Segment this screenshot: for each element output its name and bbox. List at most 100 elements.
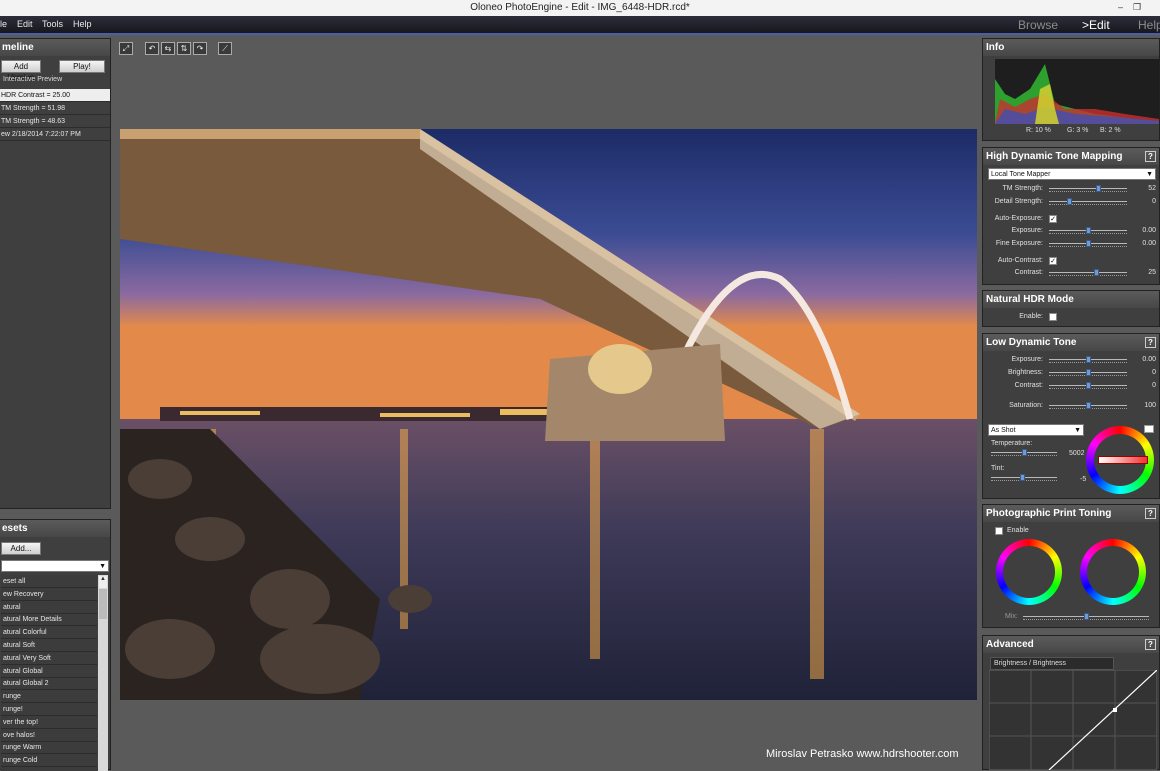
- add-version-button[interactable]: Add Version: [1, 60, 41, 82]
- rotate-right-icon[interactable]: ↷: [193, 42, 207, 55]
- preset-item[interactable]: atural Global 2: [1, 677, 97, 691]
- menu-edit[interactable]: Edit: [17, 19, 33, 29]
- tint-value: -5: [1080, 476, 1087, 483]
- slider-thumb[interactable]: [1084, 613, 1089, 620]
- slider-thumb[interactable]: [1067, 198, 1072, 205]
- preset-item[interactable]: runge Warm: [1, 741, 97, 755]
- menu-tools[interactable]: Tools: [42, 19, 63, 29]
- slider-thumb[interactable]: [1094, 269, 1099, 276]
- preset-item[interactable]: runge!: [1, 703, 97, 716]
- preset-item[interactable]: ove halos!: [1, 729, 97, 742]
- mix-slider[interactable]: [1023, 613, 1149, 620]
- preset-item[interactable]: atural More Details: [1, 613, 97, 627]
- nav-help[interactable]: Help: [1138, 18, 1160, 32]
- preset-item[interactable]: atural Colorful: [1, 626, 97, 640]
- tm-strength-slider[interactable]: [1049, 185, 1127, 192]
- help-icon[interactable]: ?: [1145, 508, 1156, 519]
- white-balance-select[interactable]: As Shot ▼: [988, 424, 1084, 436]
- add-preset-button[interactable]: Add...: [1, 542, 41, 555]
- timeline-item[interactable]: HDR Contrast = 25.00: [0, 89, 110, 102]
- saturation-slider[interactable]: [1049, 402, 1127, 409]
- preset-item[interactable]: atural Very Soft: [1, 652, 97, 665]
- help-icon[interactable]: ?: [1145, 151, 1156, 162]
- scroll-up-icon[interactable]: ▲: [99, 576, 107, 588]
- menu-file[interactable]: le: [0, 19, 7, 29]
- preset-scrollbar[interactable]: ▲: [98, 575, 108, 771]
- timeline-item[interactable]: TM Strength = 51.98: [0, 102, 110, 115]
- preset-item[interactable]: runge: [1, 690, 97, 704]
- preset-item[interactable]: atural: [1, 601, 97, 614]
- highlight-toning-wheel[interactable]: [1080, 539, 1146, 605]
- interactive-preview-label[interactable]: Interactive Preview: [3, 76, 62, 83]
- contrast-label: Contrast:: [1014, 269, 1043, 276]
- tm-strength-label: TM Strength:: [1002, 185, 1043, 192]
- play-button[interactable]: Play!: [59, 60, 105, 73]
- preset-item[interactable]: atural Global: [1, 665, 97, 678]
- advanced-header: Advanced?: [983, 636, 1159, 653]
- preset-item[interactable]: eset all: [1, 575, 97, 588]
- window-title: Oloneo PhotoEngine - Edit - IMG_6448-HDR…: [470, 2, 690, 13]
- scroll-thumb[interactable]: [99, 589, 107, 619]
- hdtm-panel: High Dynamic Tone Mapping? Local Tone Ma…: [982, 147, 1160, 285]
- slider-thumb[interactable]: [1020, 474, 1025, 481]
- ldt-exposure-slider[interactable]: [1049, 356, 1127, 363]
- ldt-contrast-slider[interactable]: [1049, 382, 1127, 389]
- slider-thumb[interactable]: [1096, 185, 1101, 192]
- help-icon[interactable]: ?: [1145, 337, 1156, 348]
- nav-edit[interactable]: >Edit: [1082, 18, 1110, 32]
- brightness-slider[interactable]: [1049, 369, 1127, 376]
- curve-point[interactable]: [1113, 708, 1117, 712]
- tone-mapper-select[interactable]: Local Tone Mapper ▼: [988, 168, 1156, 180]
- slider-thumb[interactable]: [1086, 369, 1091, 376]
- tint-label: Tint:: [991, 465, 1005, 472]
- photo-preview[interactable]: [120, 129, 977, 700]
- nav-browse[interactable]: Browse: [1018, 18, 1058, 32]
- color-swatch[interactable]: [1144, 425, 1154, 433]
- preset-category-select[interactable]: ▼: [1, 560, 109, 572]
- slider-thumb[interactable]: [1086, 240, 1091, 247]
- preset-item[interactable]: ew Recovery: [1, 588, 97, 601]
- hdtm-header: High Dynamic Tone Mapping?: [983, 148, 1159, 165]
- preset-item[interactable]: atural Soft: [1, 639, 97, 652]
- slider-thumb[interactable]: [1086, 227, 1091, 234]
- saturation-value: 100: [1144, 402, 1156, 409]
- tone-curve[interactable]: [989, 670, 1157, 770]
- temperature-slider[interactable]: [991, 449, 1057, 456]
- preset-item[interactable]: runge Cold: [1, 754, 97, 768]
- exposure-slider[interactable]: [1049, 227, 1127, 234]
- print-toning-enable-checkbox[interactable]: [995, 527, 1003, 535]
- help-icon[interactable]: ?: [1145, 639, 1156, 650]
- print-toning-panel: Photographic Print Toning? Enable Mix:: [982, 504, 1160, 628]
- tone-mapper-value: Local Tone Mapper: [991, 171, 1051, 178]
- fit-screen-icon[interactable]: ⤢: [119, 42, 133, 55]
- auto-exposure-checkbox[interactable]: ✓: [1049, 215, 1057, 223]
- timeline-title: meline: [0, 39, 110, 56]
- minimize-icon[interactable]: –: [1118, 0, 1123, 15]
- menu-help[interactable]: Help: [73, 19, 92, 29]
- slider-thumb[interactable]: [1022, 449, 1027, 456]
- rotate-left-icon[interactable]: ↶: [145, 42, 159, 55]
- curve-selector[interactable]: Brightness / Brightness: [990, 657, 1114, 670]
- print-toning-enable-label: Enable: [1007, 527, 1029, 534]
- crop-icon[interactable]: ⟋: [218, 42, 232, 55]
- slider-thumb[interactable]: [1086, 356, 1091, 363]
- timeline-item[interactable]: ew 2/18/2014 7:22:07 PM: [0, 128, 110, 141]
- auto-contrast-checkbox[interactable]: ✓: [1049, 257, 1057, 265]
- contrast-value: 25: [1148, 269, 1156, 276]
- flip-vertical-icon[interactable]: ⇅: [177, 42, 191, 55]
- tint-slider[interactable]: [991, 474, 1057, 481]
- shadow-toning-wheel[interactable]: [996, 539, 1062, 605]
- fine-exposure-slider[interactable]: [1049, 240, 1127, 247]
- color-wheel-handle[interactable]: [1098, 456, 1148, 464]
- restore-icon[interactable]: ❐: [1133, 0, 1141, 15]
- exposure-label: Exposure:: [1011, 227, 1043, 234]
- detail-strength-slider[interactable]: [1049, 198, 1127, 205]
- timeline-item[interactable]: TM Strength = 48.63: [0, 115, 110, 128]
- flip-horizontal-icon[interactable]: ⇆: [161, 42, 175, 55]
- preset-item[interactable]: ver the top!: [1, 716, 97, 729]
- slider-thumb[interactable]: [1086, 402, 1091, 409]
- natural-hdr-enable-checkbox[interactable]: [1049, 313, 1057, 321]
- slider-thumb[interactable]: [1086, 382, 1091, 389]
- contrast-slider[interactable]: [1049, 269, 1127, 276]
- color-wheel[interactable]: [1086, 426, 1154, 494]
